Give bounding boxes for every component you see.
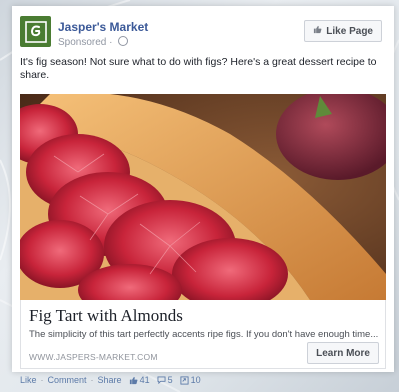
like-action[interactable]: Like (20, 375, 37, 385)
thumbs-up-icon (313, 25, 322, 37)
page-name[interactable]: Jasper's Market (58, 20, 148, 34)
sponsored-post-card: Jasper's Market Sponsored · Like Page It… (12, 6, 394, 372)
link-description: The simplicity of this tart perfectly ac… (29, 329, 379, 340)
jaspers-market-logo[interactable] (20, 16, 51, 47)
like-count[interactable]: 41 (129, 375, 150, 385)
link-preview[interactable]: Fig Tart with Almonds The simplicity of … (20, 300, 386, 369)
like-page-button[interactable]: Like Page (304, 20, 382, 42)
separator: · (90, 375, 94, 385)
comment-bubble-icon (157, 376, 166, 384)
post-actions: Like · Comment · Share 41 5 10 (20, 374, 201, 386)
post-header: Jasper's Market Sponsored · Like Page (20, 14, 386, 48)
share-icon (180, 375, 189, 385)
fig-tart-photo[interactable] (20, 94, 386, 300)
sponsored-text[interactable]: Sponsored (58, 37, 106, 48)
separator: · (40, 375, 44, 385)
link-domain: WWW.JASPERS-MARKET.COM (29, 352, 158, 362)
post-text: It's fig season! Not sure what to do wit… (20, 56, 377, 81)
like-count-value: 41 (139, 375, 150, 385)
comment-count-value: 5 (167, 375, 173, 385)
sponsored-label: Sponsored · (58, 36, 129, 48)
link-title[interactable]: Fig Tart with Almonds (29, 306, 183, 326)
share-count-value: 10 (190, 375, 201, 385)
share-action[interactable]: Share (98, 375, 122, 385)
globe-icon (118, 36, 129, 46)
like-page-label: Like Page (326, 25, 373, 37)
learn-more-button[interactable]: Learn More (307, 342, 379, 364)
thumbs-up-icon (129, 376, 138, 384)
comment-action[interactable]: Comment (48, 375, 87, 385)
share-count[interactable]: 10 (180, 375, 201, 385)
comment-count[interactable]: 5 (157, 375, 173, 385)
